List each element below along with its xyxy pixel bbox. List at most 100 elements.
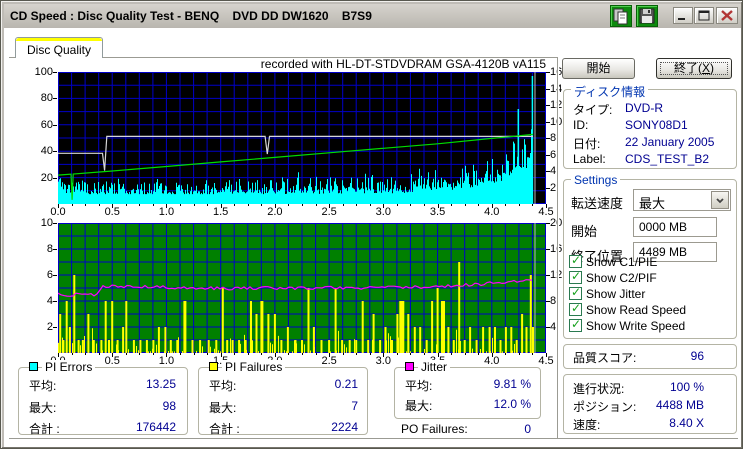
- axis-tick: [546, 301, 550, 302]
- axis-tick: [180, 204, 181, 206]
- disc-date-label: 日付:: [573, 137, 601, 151]
- axis-tick: [424, 204, 425, 206]
- close-button[interactable]: [716, 7, 738, 24]
- axis-tick: [329, 353, 331, 357]
- exit-button[interactable]: 終了(X): [656, 58, 732, 79]
- po-failures-label: PO Failures:: [401, 422, 468, 436]
- bottom-chart-right-tick-label: 8: [550, 295, 557, 307]
- disc-label-label: Label:: [573, 152, 606, 166]
- top-chart-left-tick-label: 60: [40, 118, 53, 131]
- axis-tick: [546, 275, 550, 276]
- axis-tick: [207, 353, 209, 355]
- axis-tick: [369, 204, 371, 206]
- maximize-button[interactable]: [694, 7, 714, 24]
- checkbox-show-c2-pif-label: Show C2/PIF: [586, 271, 657, 285]
- start-button-label: 開始: [586, 61, 611, 75]
- bottom-divider-highlight: [9, 439, 738, 440]
- axis-tick: [274, 353, 276, 357]
- axis-tick: [437, 204, 439, 208]
- axis-tick: [53, 151, 57, 153]
- tab-disc-quality[interactable]: Disc Quality: [15, 37, 103, 58]
- axis-tick: [546, 187, 550, 189]
- axis-tick: [53, 327, 57, 328]
- axis-tick: [166, 204, 168, 208]
- axis-tick: [274, 204, 276, 208]
- axis-tick: [356, 204, 358, 206]
- axis-tick: [546, 121, 550, 123]
- bottom-chart-left-tick-label: 10: [40, 217, 53, 229]
- axis-tick: [315, 204, 317, 206]
- bottom-chart-left-tick-label: 6: [46, 269, 53, 281]
- axis-tick: [546, 327, 550, 328]
- transfer-speed-select[interactable]: 最大: [633, 189, 731, 211]
- axis-tick: [247, 353, 249, 355]
- exit-button-focus-ring: [660, 62, 728, 75]
- pi-errors-max-value: 98: [162, 399, 176, 413]
- axis-tick: [98, 353, 100, 355]
- window-title: CD Speed : Disc Quality Test - BENQ DVD …: [10, 9, 372, 23]
- checkbox-show-c1-pie-label: Show C1/PIE: [586, 255, 658, 269]
- position-value: 4488 MB: [655, 398, 704, 412]
- disc-info-title: ディスク情報: [571, 83, 649, 100]
- tab-label: Disc Quality: [26, 43, 91, 57]
- pi-failures-total-label: 合計 :: [209, 422, 240, 436]
- axis-tick: [546, 88, 550, 90]
- disc-date-value: 22 January 2005: [625, 135, 715, 149]
- combo-dropdown-button[interactable]: [711, 191, 729, 209]
- bottom-chart-left-tick-label: 4: [46, 295, 53, 307]
- minimize-button[interactable]: [673, 7, 693, 24]
- axis-tick: [288, 353, 290, 355]
- save-button[interactable]: [636, 5, 658, 27]
- axis-tick: [505, 204, 507, 206]
- jitter-legend-icon: [405, 362, 414, 371]
- chart-recorded-with-text: recorded with HL-DT-STDVDRAM GSA-4120B v…: [260, 57, 546, 71]
- progress-label: 進行状況:: [573, 382, 625, 396]
- pi-errors-total-value: 176442: [135, 420, 176, 434]
- axis-tick: [71, 353, 73, 355]
- axis-tick: [342, 204, 344, 206]
- axis-tick: [180, 353, 181, 355]
- axis-tick: [315, 353, 317, 355]
- axis-tick: [383, 204, 385, 208]
- progress-value: 100 %: [669, 380, 704, 394]
- top-chart-left-tick-label: 100: [34, 66, 53, 78]
- bottom-chart-right-tick-label: 16: [550, 243, 574, 255]
- axis-tick: [451, 204, 453, 206]
- axis-tick: [53, 223, 57, 224]
- axis-tick: [207, 204, 209, 206]
- axis-tick: [546, 105, 550, 106]
- axis-tick: [302, 353, 303, 355]
- axis-tick: [53, 124, 57, 126]
- axis-tick: [546, 249, 550, 250]
- pi-errors-group-title: PI Errors: [42, 360, 96, 374]
- axis-tick: [424, 353, 425, 355]
- pi-failures-legend-icon: [209, 362, 218, 371]
- axis-tick: [329, 204, 331, 208]
- axis-tick: [491, 353, 493, 357]
- axis-tick: [112, 204, 114, 208]
- axis-tick: [85, 353, 87, 355]
- axis-tick: [478, 353, 480, 355]
- start-position-field[interactable]: 0000 MB: [633, 217, 717, 237]
- pi-failures-avg-label: 平均:: [209, 379, 237, 393]
- pi-errors-avg-label: 平均:: [29, 379, 57, 393]
- bottom-chart-right-tick-label: 20: [550, 217, 574, 229]
- axis-tick: [302, 204, 303, 206]
- axis-tick: [53, 177, 57, 179]
- checkbox-show-c1-pie[interactable]: ✓: [569, 253, 582, 268]
- axis-tick: [53, 249, 57, 250]
- top-chart-right-tick-label: 2: [550, 181, 557, 194]
- axis-tick: [85, 204, 87, 206]
- copy-to-clipboard-icon[interactable]: [610, 5, 632, 27]
- chevron-down-icon: [716, 198, 724, 204]
- pi-failures-max-label: 最大:: [209, 401, 237, 415]
- axis-tick: [396, 204, 398, 206]
- jitter-avg-value: 9.81 %: [493, 377, 531, 391]
- axis-tick: [546, 223, 550, 224]
- axis-tick: [193, 353, 195, 355]
- bottom-chart-left-tick-label: 2: [46, 321, 53, 333]
- disc-id-value: SONY08D1: [625, 118, 688, 132]
- pi-errors-avg-value: 13.25: [145, 377, 176, 391]
- pi-failures-total-value: 2224: [331, 420, 358, 434]
- axis-tick: [546, 353, 547, 357]
